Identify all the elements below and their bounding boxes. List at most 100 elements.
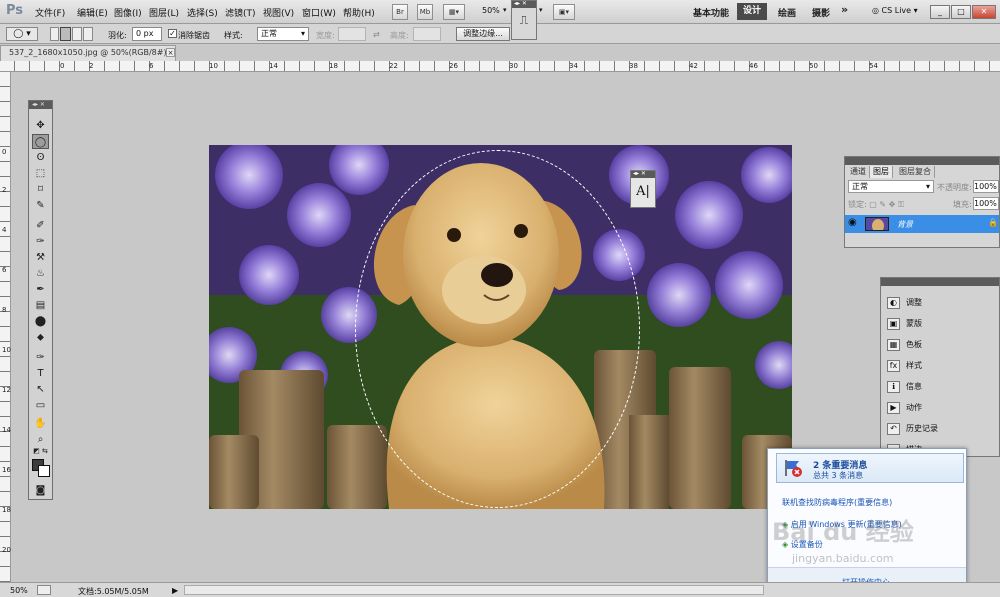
ruler-label: 6 bbox=[149, 62, 154, 70]
move-tool-icon[interactable]: ✥ bbox=[32, 118, 49, 133]
path-selection-tool-icon[interactable]: ↖ bbox=[32, 382, 49, 397]
workspace-painting[interactable]: 绘画 bbox=[778, 6, 796, 19]
type-tool-icon[interactable]: T bbox=[32, 366, 49, 381]
layer-thumbnail bbox=[865, 217, 889, 231]
ruler-label: 20 bbox=[2, 546, 11, 554]
opacity-input[interactable]: 100% bbox=[973, 180, 999, 193]
history-brush-tool-icon[interactable]: ♨ bbox=[32, 266, 49, 281]
mini-bridge-button[interactable]: Mb bbox=[417, 4, 433, 20]
minimize-button[interactable]: _ bbox=[930, 5, 950, 19]
notification-subtitle: 总共 3 条消息 bbox=[813, 471, 864, 480]
visibility-eye-icon[interactable]: ◉ bbox=[848, 217, 857, 228]
height-input[interactable] bbox=[413, 27, 441, 41]
ruler-label: 6 bbox=[2, 266, 7, 274]
swap-icon[interactable]: ⇄ bbox=[373, 30, 380, 39]
menu-help[interactable]: 帮助(H) bbox=[343, 6, 375, 19]
blend-mode-select[interactable]: 正常 ▾ bbox=[848, 180, 934, 193]
fill-input[interactable]: 100% bbox=[973, 197, 999, 210]
add-selection-icon[interactable] bbox=[60, 27, 71, 41]
new-selection-icon[interactable] bbox=[50, 27, 59, 41]
cs-live-button[interactable]: ◎ CS Live ▾ bbox=[872, 6, 918, 15]
healing-brush-tool-icon[interactable]: ✐ bbox=[32, 218, 49, 233]
info-panel-button[interactable]: ℹ 信息 bbox=[887, 380, 922, 394]
adjustments-panel-button[interactable]: ◐ 调整 bbox=[887, 296, 922, 310]
restore-button[interactable]: □ bbox=[951, 5, 971, 19]
view-extras-button[interactable]: ▦▾ bbox=[443, 4, 465, 20]
swatches-panel-button[interactable]: ▦ 色板 bbox=[887, 338, 922, 352]
masks-panel-button[interactable]: ▣ 蒙版 bbox=[887, 317, 922, 331]
tab-channels[interactable]: 通道 bbox=[847, 166, 870, 178]
feather-input[interactable]: 0 px bbox=[132, 27, 162, 41]
tab-layer-comps[interactable]: 图层复合 bbox=[896, 166, 935, 178]
tools-panel-header[interactable]: ◂▸ ✕ bbox=[29, 101, 52, 109]
tools-panel: ◂▸ ✕ ✥ ◯ ʘ ⬚ ⌑ ✎ ✐ ✑ ⚒ ♨ ✒ ▤ ⬤ ⬥ ✑ T ↖ ▭… bbox=[28, 100, 53, 500]
close-document-icon[interactable]: × bbox=[166, 48, 175, 57]
layer-name[interactable]: 背景 bbox=[897, 219, 913, 230]
dodge-tool-icon[interactable]: ⬥ bbox=[32, 330, 49, 345]
lasso-tool-icon[interactable]: ʘ bbox=[32, 150, 49, 165]
blur-tool-icon[interactable]: ⬤ bbox=[32, 314, 49, 329]
subtract-selection-icon[interactable] bbox=[72, 27, 82, 41]
workspace-photography[interactable]: 摄影 bbox=[812, 6, 830, 19]
history-panel-button[interactable]: ↶ 历史记录 bbox=[887, 422, 938, 436]
menu-file[interactable]: 文件(F) bbox=[35, 6, 65, 19]
menu-view[interactable]: 视图(V) bbox=[263, 6, 294, 19]
find-antivirus-link[interactable]: 联机查找防病毒程序(重要信息) bbox=[782, 497, 892, 508]
tool-preset-picker[interactable]: ◯ ▾ bbox=[6, 27, 38, 41]
document-tab[interactable]: 537_2_1680x1050.jpg @ 50%(RGB/8#) * bbox=[0, 45, 176, 61]
crop-tool-icon[interactable]: ⌑ bbox=[32, 182, 49, 197]
arrange-dropdown-icon[interactable]: ▾ bbox=[539, 6, 543, 14]
screen-mode-button[interactable]: ▣▾ bbox=[553, 4, 575, 20]
eyedropper-tool-icon[interactable]: ✎ bbox=[32, 198, 49, 213]
zoom-dropdown-icon[interactable]: ▾ bbox=[503, 6, 507, 14]
bridge-button[interactable]: Br bbox=[392, 4, 408, 20]
gradient-tool-icon[interactable]: ▤ bbox=[32, 298, 49, 313]
zoom-tool-icon[interactable]: ⌕ bbox=[32, 432, 49, 447]
cs-live-label: CS Live bbox=[881, 6, 912, 15]
workspace-design[interactable]: 设计 bbox=[737, 3, 767, 20]
hand-tool-icon[interactable]: ✋ bbox=[32, 416, 49, 431]
menu-edit[interactable]: 编辑(E) bbox=[77, 6, 108, 19]
quick-mask-icon[interactable]: ◙ bbox=[32, 483, 49, 498]
layer-row-background[interactable]: ◉ 背景 🔒 bbox=[845, 215, 999, 233]
actions-panel-button[interactable]: ▶ 动作 bbox=[887, 401, 922, 415]
zoom-menu-icon[interactable] bbox=[37, 585, 51, 595]
menu-image[interactable]: 图像(I) bbox=[114, 6, 142, 19]
styles-panel-button[interactable]: fx 样式 bbox=[887, 359, 922, 373]
eraser-tool-icon[interactable]: ✒ bbox=[32, 282, 49, 297]
swap-colors-icon[interactable]: ◩ ⇆ bbox=[32, 446, 49, 456]
brush-tool-icon[interactable]: ✑ bbox=[32, 234, 49, 249]
antialias-checkbox[interactable]: ✓ bbox=[168, 29, 177, 38]
character-icon[interactable]: A| bbox=[631, 178, 655, 206]
status-menu-arrow-icon[interactable]: ▶ bbox=[172, 586, 178, 595]
pen-tool-icon[interactable]: ✑ bbox=[32, 350, 49, 365]
rectangle-tool-icon[interactable]: ▭ bbox=[32, 398, 49, 413]
panel-header[interactable]: ◂▸ ✕ bbox=[631, 171, 655, 178]
fill-label: 填充: bbox=[953, 200, 972, 209]
background-color-swatch[interactable] bbox=[38, 465, 50, 477]
menu-filter[interactable]: 滤镜(T) bbox=[225, 6, 256, 19]
zoom-percentage[interactable]: 50% bbox=[10, 586, 28, 595]
horizontal-scrollbar[interactable] bbox=[184, 585, 764, 595]
menu-layer[interactable]: 图层(L) bbox=[149, 6, 179, 19]
layers-panel-header[interactable] bbox=[845, 157, 999, 165]
clone-stamp-tool-icon[interactable]: ⚒ bbox=[32, 250, 49, 265]
tab-layers[interactable]: 图层 bbox=[870, 166, 893, 178]
width-input[interactable] bbox=[338, 27, 366, 41]
quick-selection-tool-icon[interactable]: ⬚ bbox=[32, 166, 49, 181]
style-select[interactable]: 正常 ▾ bbox=[257, 27, 309, 41]
stamp-icon[interactable]: ⎍ bbox=[512, 8, 536, 32]
zoom-level-select[interactable]: 50% bbox=[482, 6, 500, 15]
menu-window[interactable]: 窗口(W) bbox=[302, 6, 336, 19]
workspace-more-icon[interactable]: » bbox=[841, 3, 848, 16]
intersect-selection-icon[interactable] bbox=[83, 27, 93, 41]
style-value: 正常 bbox=[261, 29, 277, 38]
refine-edge-button[interactable]: 调整边缘... bbox=[456, 27, 510, 41]
elliptical-marquee-tool-icon[interactable]: ◯ bbox=[32, 134, 49, 149]
workspace-basic[interactable]: 基本功能 bbox=[693, 6, 729, 19]
dock-header[interactable] bbox=[881, 278, 999, 286]
panel-header[interactable]: ◂▸ ✕ bbox=[512, 1, 536, 8]
close-window-button[interactable]: ✕ bbox=[972, 5, 996, 19]
important-messages-banner[interactable]: 2 条重要消息 总共 3 条消息 bbox=[776, 453, 964, 483]
menu-select[interactable]: 选择(S) bbox=[187, 6, 218, 19]
